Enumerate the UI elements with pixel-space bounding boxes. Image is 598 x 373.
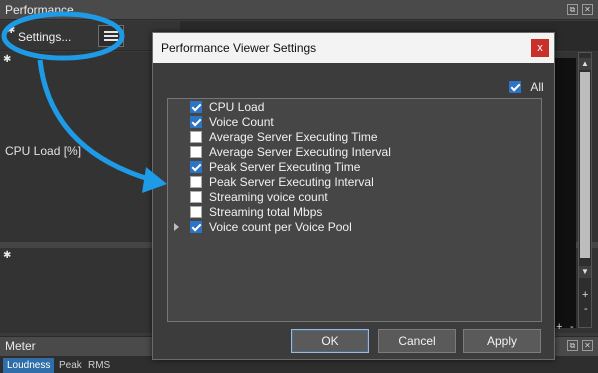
list-item[interactable]: Peak Server Executing Time [168,160,541,175]
metric-label: Streaming voice count [209,190,328,204]
float-window-icon[interactable]: ⧉ [567,340,578,351]
graph-area [552,58,576,328]
gear-icon[interactable]: ✱ [3,251,11,261]
zoom-out-horizontal-icon[interactable]: - [570,321,574,333]
metric-label: Voice Count [209,115,274,129]
list-item[interactable]: Average Server Executing Interval [168,145,541,160]
hamburger-line [104,39,118,41]
metric-label: Peak Server Executing Interval [209,175,374,189]
apply-button[interactable]: Apply [463,329,541,353]
float-window-icon[interactable]: ⧉ [567,4,578,15]
metric-checkbox[interactable] [190,191,202,203]
select-all-label: All [530,79,544,94]
gear-icon: ✱ [7,25,16,36]
close-window-icon[interactable]: ✕ [582,340,593,351]
scroll-up-arrow-icon[interactable]: ▲ [579,58,591,70]
metric-checkbox[interactable] [190,116,202,128]
close-icon[interactable]: x [531,39,549,57]
dialog-title: Performance Viewer Settings [153,33,554,63]
cancel-button[interactable]: Cancel [378,329,456,353]
performance-title-text: Performance [5,3,74,17]
scrollbar-thumb[interactable] [580,72,590,258]
metric-label: Voice count per Voice Pool [209,220,352,234]
performance-window-title: Performance [0,0,598,20]
metric-checkbox[interactable] [190,221,202,233]
metric-checkbox[interactable] [190,206,202,218]
list-item[interactable]: Voice Count [168,115,541,130]
hamburger-menu-icon [104,31,118,33]
metric-label: Average Server Executing Interval [209,145,391,159]
select-all-checkbox[interactable] [509,80,521,93]
cpu-load-label: CPU Load [%] [5,144,82,158]
hamburger-menu-button[interactable] [98,25,124,47]
select-all-row[interactable]: All [509,79,544,94]
metric-label: Streaming total Mbps [209,205,323,219]
metric-label: CPU Load [209,100,265,114]
meter-title-text: Meter [5,339,36,353]
tab-peak[interactable]: Peak [55,358,86,373]
hamburger-line [104,35,118,37]
list-item[interactable]: Average Server Executing Time [168,130,541,145]
metric-checkbox[interactable] [190,161,202,173]
zoom-in-horizontal-icon[interactable]: + [556,321,562,333]
metrics-list: CPU Load Voice Count Average Server Exec… [167,98,542,322]
list-item[interactable]: Voice count per Voice Pool [168,220,541,235]
metric-label: Peak Server Executing Time [209,160,361,174]
performance-viewer-settings-dialog: Performance Viewer Settings x All CPU Lo… [152,32,555,360]
list-item[interactable]: Streaming total Mbps [168,205,541,220]
metric-checkbox[interactable] [190,176,202,188]
close-window-icon[interactable]: ✕ [582,4,593,15]
zoom-in-icon[interactable]: + [582,289,588,301]
expand-arrow-icon[interactable] [174,223,179,231]
list-item[interactable]: CPU Load [168,100,541,115]
list-item[interactable]: Peak Server Executing Interval [168,175,541,190]
metric-checkbox[interactable] [190,146,202,158]
metric-label: Average Server Executing Time [209,130,378,144]
metric-checkbox[interactable] [190,131,202,143]
ok-button[interactable]: OK [291,329,369,353]
metric-checkbox[interactable] [190,101,202,113]
scroll-down-arrow-icon[interactable]: ▼ [579,266,591,278]
tab-rms[interactable]: RMS [84,358,114,373]
list-item[interactable]: Streaming voice count [168,190,541,205]
gear-icon[interactable]: ✱ [3,55,11,65]
tab-loudness[interactable]: Loudness [3,358,55,373]
zoom-out-icon[interactable]: - [584,303,588,315]
settings-button[interactable]: Settings... [18,27,80,47]
